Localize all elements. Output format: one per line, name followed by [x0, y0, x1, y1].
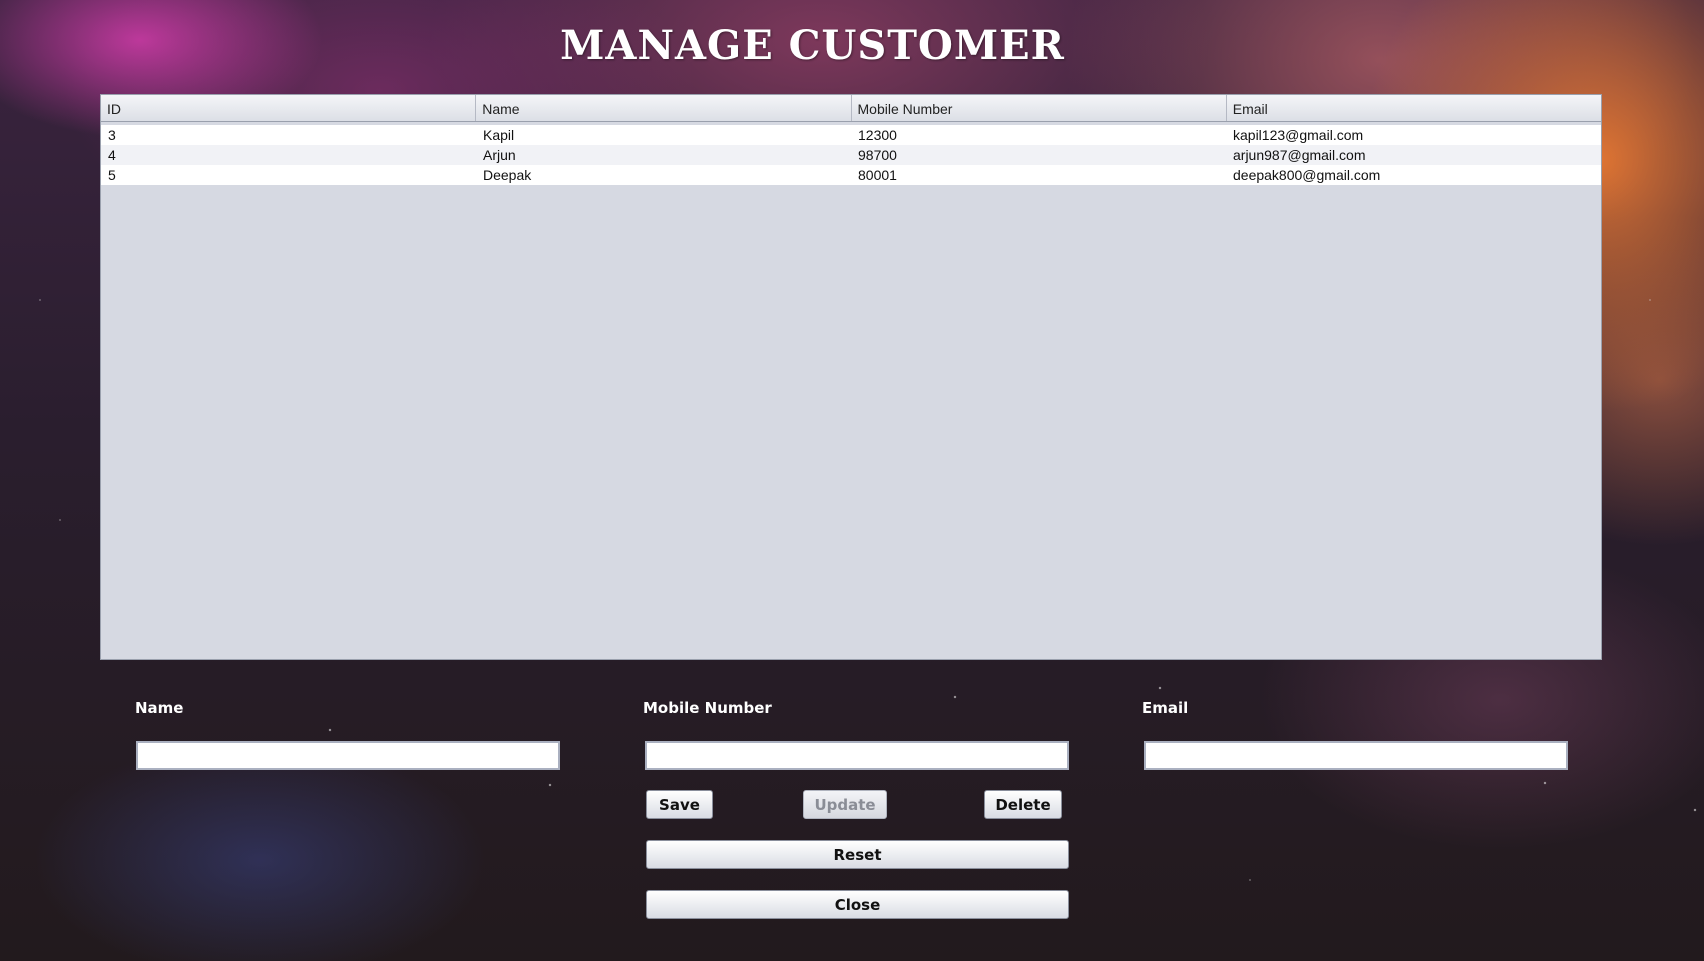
- mobile-number-input[interactable]: [645, 741, 1069, 770]
- column-header-mobile[interactable]: Mobile Number: [852, 95, 1227, 121]
- table-row[interactable]: 4 Arjun 98700 arjun987@gmail.com: [101, 145, 1601, 165]
- reset-button[interactable]: Reset: [646, 840, 1069, 869]
- table-body: 3 Kapil 12300 kapil123@gmail.com 4 Arjun…: [101, 125, 1601, 185]
- cell-name: Deepak: [483, 167, 532, 183]
- table-row[interactable]: 5 Deepak 80001 deepak800@gmail.com: [101, 165, 1601, 185]
- cell-id: 5: [108, 167, 116, 183]
- page-title: Manage Customer: [560, 22, 1065, 69]
- cell-email: arjun987@gmail.com: [1233, 147, 1366, 163]
- delete-button[interactable]: Delete: [984, 790, 1062, 819]
- close-button[interactable]: Close: [646, 890, 1069, 919]
- column-header-name[interactable]: Name: [476, 95, 852, 121]
- name-label: Name: [135, 699, 184, 717]
- name-input[interactable]: [136, 741, 560, 770]
- table-row[interactable]: 3 Kapil 12300 kapil123@gmail.com: [101, 125, 1601, 145]
- column-header-email[interactable]: Email: [1227, 95, 1601, 121]
- cell-email: deepak800@gmail.com: [1233, 167, 1381, 183]
- email-label: Email: [1142, 699, 1189, 717]
- cell-email: kapil123@gmail.com: [1233, 127, 1364, 143]
- cell-name: Kapil: [483, 127, 515, 143]
- table-header: ID Name Mobile Number Email: [101, 95, 1601, 122]
- cell-id: 4: [108, 147, 116, 163]
- cell-mobile: 12300: [858, 127, 897, 143]
- update-button[interactable]: Update: [803, 790, 887, 819]
- cell-mobile: 80001: [858, 167, 897, 183]
- email-input[interactable]: [1144, 741, 1568, 770]
- cell-mobile: 98700: [858, 147, 897, 163]
- save-button[interactable]: Save: [646, 790, 713, 819]
- cell-id: 3: [108, 127, 116, 143]
- cell-name: Arjun: [483, 147, 516, 163]
- customer-table[interactable]: ID Name Mobile Number Email 3 Kapil 1230…: [100, 94, 1602, 660]
- mobile-number-label: Mobile Number: [643, 699, 772, 717]
- column-header-id[interactable]: ID: [101, 95, 477, 121]
